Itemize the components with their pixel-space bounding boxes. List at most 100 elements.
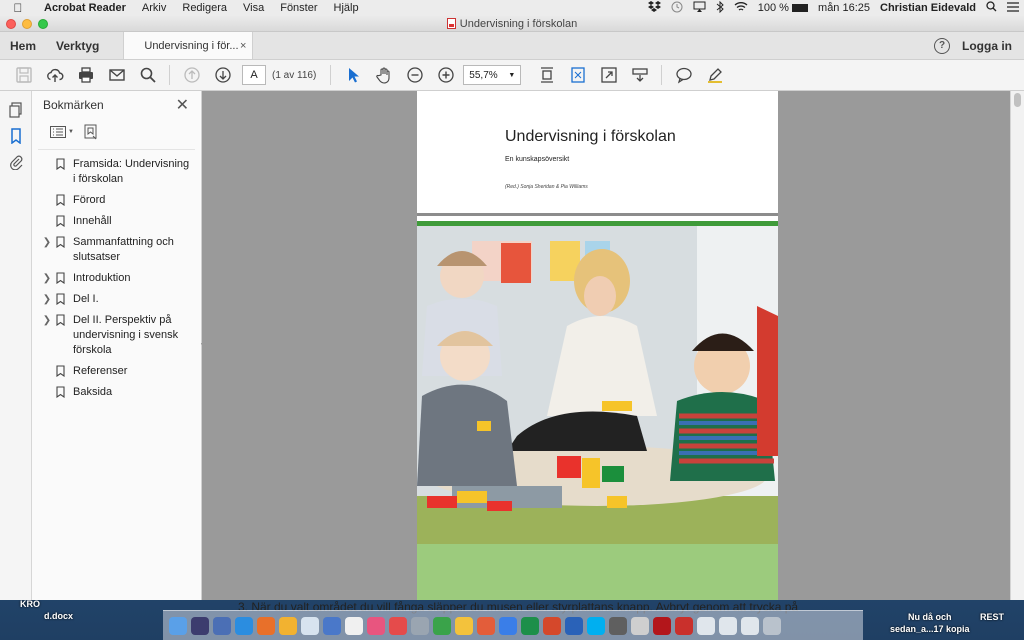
menu-fonster[interactable]: Fönster [272, 2, 325, 14]
dropbox-icon[interactable] [643, 1, 666, 15]
tab-tools[interactable]: Verktyg [46, 32, 109, 59]
acrobat-icon[interactable] [653, 616, 671, 635]
app-icon[interactable] [433, 616, 451, 635]
help-icon[interactable]: ? [934, 37, 950, 54]
app-icon[interactable] [565, 616, 583, 635]
skype-icon[interactable] [587, 616, 605, 635]
attachments-icon[interactable] [6, 153, 26, 171]
highlight-pen-icon[interactable] [699, 63, 730, 87]
bookmark-item-introduktion[interactable]: ❯ Introduktion [32, 268, 201, 289]
apple-icon[interactable]:  [0, 1, 36, 15]
zoom-out-icon[interactable] [399, 63, 430, 87]
bookmark-item-framsida[interactable]: Framsida: Undervisning i förskolan [32, 154, 201, 190]
fullscreen-window-button[interactable] [38, 19, 48, 29]
app-icon[interactable] [411, 616, 429, 635]
calendar-icon[interactable] [345, 616, 363, 635]
menu-hjalp[interactable]: Hjälp [326, 2, 367, 14]
app-icon[interactable] [675, 616, 693, 635]
email-icon[interactable] [101, 63, 132, 87]
bookmark-item-del-1[interactable]: ❯ Del I. [32, 289, 201, 310]
page-thumbnails-icon[interactable] [6, 101, 26, 119]
close-icon[interactable]: ✕ [176, 95, 189, 115]
launchpad-icon[interactable] [213, 616, 231, 635]
powerpoint-icon[interactable] [543, 616, 561, 635]
app-icon[interactable] [697, 616, 715, 635]
app-icon[interactable] [323, 616, 341, 635]
bookmark-item-innehall[interactable]: Innehåll [32, 211, 201, 232]
chevron-right-icon[interactable]: ❯ [40, 235, 54, 250]
chevron-right-icon[interactable]: ❯ [40, 313, 54, 328]
bookmark-item-sammanfattning[interactable]: ❯ Sammanfattning och slutsatser [32, 232, 201, 268]
app-icon[interactable] [455, 616, 473, 635]
itunes-icon[interactable] [367, 616, 385, 635]
login-link[interactable]: Logga in [962, 39, 1012, 53]
menu-arkiv[interactable]: Arkiv [134, 2, 174, 14]
comment-icon[interactable] [668, 63, 699, 87]
print-icon[interactable] [70, 63, 101, 87]
firefox-icon[interactable] [257, 616, 275, 635]
desktop-file-label[interactable]: REST [980, 612, 1004, 622]
save-icon[interactable] [8, 63, 39, 87]
safari-icon[interactable] [235, 616, 253, 635]
siri-icon[interactable] [191, 616, 209, 635]
menu-clock[interactable]: mån 16:25 [813, 2, 875, 14]
bookmark-item-baksida[interactable]: Baksida [32, 382, 201, 403]
app-icon[interactable] [301, 616, 319, 635]
previous-page-icon[interactable] [176, 63, 207, 87]
tab-document[interactable]: Undervisning i för... × [123, 32, 254, 59]
tab-home[interactable]: Hem [0, 32, 46, 59]
document-viewport[interactable]: Undervisning i förskolan En kunskapsöver… [202, 91, 1024, 600]
fit-page-icon[interactable] [562, 63, 593, 87]
time-machine-icon[interactable] [666, 1, 688, 16]
app-icon[interactable] [631, 616, 649, 635]
bluetooth-icon[interactable] [711, 0, 729, 16]
app-icon[interactable] [279, 616, 297, 635]
app-icon[interactable] [389, 616, 407, 635]
new-bookmark-icon[interactable] [84, 123, 98, 141]
finder-icon[interactable] [169, 616, 187, 635]
excel-icon[interactable] [521, 616, 539, 635]
menu-visa[interactable]: Visa [235, 2, 272, 14]
desktop-file-label[interactable]: d.docx [44, 611, 73, 621]
app-icon[interactable] [477, 616, 495, 635]
app-icon[interactable] [609, 616, 627, 635]
minimize-window-button[interactable] [22, 19, 32, 29]
hand-tool-icon[interactable] [368, 63, 399, 87]
desktop-file-label[interactable]: KRO [20, 599, 40, 609]
chevron-right-icon[interactable]: ❯ [40, 271, 54, 286]
page-number-input[interactable]: A [242, 65, 266, 85]
full-screen-icon[interactable] [593, 63, 624, 87]
zoom-level-select[interactable]: 55,7% ▼ [463, 65, 522, 85]
menu-redigera[interactable]: Redigera [174, 2, 235, 14]
app-icon[interactable] [719, 616, 737, 635]
chevron-right-icon[interactable]: ❯ [40, 292, 54, 307]
bookmark-options-icon[interactable]: ▼ [50, 123, 74, 141]
battery-status[interactable]: 100 % [753, 2, 813, 14]
trash-icon[interactable] [763, 616, 781, 635]
scrollbar-thumb[interactable] [1014, 93, 1021, 107]
read-mode-icon[interactable] [624, 63, 655, 87]
window-titlebar[interactable]: Undervisning i förskolan [0, 16, 1024, 32]
pdf-page[interactable]: Undervisning i förskolan En kunskapsöver… [417, 91, 778, 600]
desktop-file-label[interactable]: Nu då och [908, 612, 952, 622]
zoom-in-icon[interactable] [430, 63, 461, 87]
bookmark-item-del-2[interactable]: ❯ Del II. Perspektiv på undervisning i s… [32, 310, 201, 361]
menu-user-name[interactable]: Christian Eidevald [875, 2, 981, 14]
desktop-file-label[interactable]: sedan_a...17 kopia [890, 624, 970, 634]
scrolling-mode-icon[interactable] [531, 63, 562, 87]
bookmark-item-forord[interactable]: Förord [32, 190, 201, 211]
airplay-icon[interactable] [688, 1, 711, 15]
search-icon[interactable] [132, 63, 163, 87]
wifi-icon[interactable] [729, 1, 753, 15]
select-cursor-icon[interactable] [337, 63, 368, 87]
bookmark-item-referenser[interactable]: Referenser [32, 361, 201, 382]
close-tab-icon[interactable]: × [240, 40, 246, 52]
word-icon[interactable] [499, 616, 517, 635]
app-icon[interactable] [741, 616, 759, 635]
bookmarks-icon[interactable] [6, 127, 26, 145]
close-window-button[interactable] [6, 19, 16, 29]
upload-cloud-icon[interactable] [39, 63, 70, 87]
notification-center-icon[interactable] [1002, 1, 1024, 15]
next-page-icon[interactable] [207, 63, 238, 87]
vertical-scrollbar[interactable] [1010, 91, 1024, 600]
